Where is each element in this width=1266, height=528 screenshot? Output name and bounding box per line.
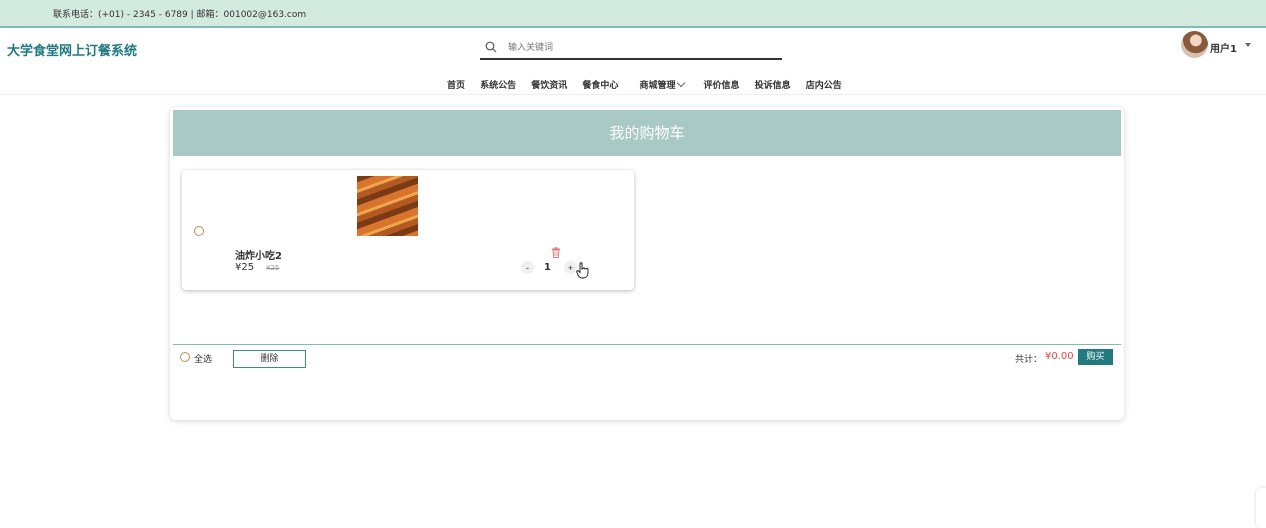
nav-item-reviews[interactable]: 评价信息 — [704, 78, 740, 91]
item-original-price: ¥25 — [266, 264, 280, 272]
delete-button[interactable]: 删除 — [233, 350, 306, 368]
nav-item-home[interactable]: 首页 — [447, 78, 465, 91]
food-image — [357, 176, 418, 236]
top-contact-bar: 联系电话：(+01) - 2345 - 6789 | 邮箱：001002@163… — [0, 0, 1266, 28]
cart-panel: 我的购物车 油炸小吃2 ¥25 ¥25 - 1 + 全选 删除 共计： ¥0.0… — [170, 107, 1124, 420]
nav-item-food-center[interactable]: 餐食中心 — [582, 78, 618, 91]
divider — [173, 344, 1121, 345]
total-label: 共计： — [1015, 355, 1043, 365]
main-nav: 首页 系统公告 餐饮资讯 餐食中心 商城管理 评价信息 投诉信息 店内公告 — [447, 73, 852, 91]
page-title: 我的购物车 — [173, 110, 1121, 156]
cart-item: 油炸小吃2 ¥25 ¥25 - 1 + — [182, 170, 634, 290]
item-name: 油炸小吃2 — [235, 251, 282, 262]
nav-item-announcements[interactable]: 系统公告 — [480, 78, 516, 91]
buy-button[interactable]: 购买 — [1078, 349, 1113, 365]
total-value: ¥0.00 — [1045, 351, 1074, 362]
quantity-decrease-button[interactable]: - — [521, 261, 534, 274]
item-select-radio[interactable] — [194, 226, 204, 236]
nav-item-complaints[interactable]: 投诉信息 — [755, 78, 791, 91]
site-header: 大学食堂网上订餐系统 用户1 首页 系统公告 餐饮资讯 餐食中心 商城管理 评价… — [0, 28, 1266, 95]
select-all-label[interactable]: 全选 — [194, 352, 212, 365]
avatar[interactable] — [1181, 31, 1208, 58]
chevron-down-icon[interactable] — [677, 78, 686, 88]
site-logo[interactable]: 大学食堂网上订餐系统 — [7, 40, 137, 59]
hand-cursor-icon — [576, 262, 589, 279]
nav-item-store-notices[interactable]: 店内公告 — [806, 78, 842, 91]
chevron-down-icon[interactable] — [1245, 43, 1251, 47]
search-input[interactable] — [508, 40, 768, 56]
item-price: ¥25 — [235, 262, 255, 273]
trash-icon[interactable] — [551, 247, 561, 258]
user-name[interactable]: 用户1 — [1210, 40, 1237, 55]
contact-info: 联系电话：(+01) - 2345 - 6789 | 邮箱：001002@163… — [53, 10, 307, 20]
search-icon[interactable] — [485, 41, 497, 53]
nav-item-mall[interactable]: 商城管理 — [639, 78, 675, 91]
quantity-value: 1 — [544, 262, 551, 273]
search-box — [480, 38, 782, 60]
side-widget[interactable] — [1256, 488, 1266, 528]
select-all-radio[interactable] — [180, 352, 190, 362]
nav-item-news[interactable]: 餐饮资讯 — [531, 78, 567, 91]
